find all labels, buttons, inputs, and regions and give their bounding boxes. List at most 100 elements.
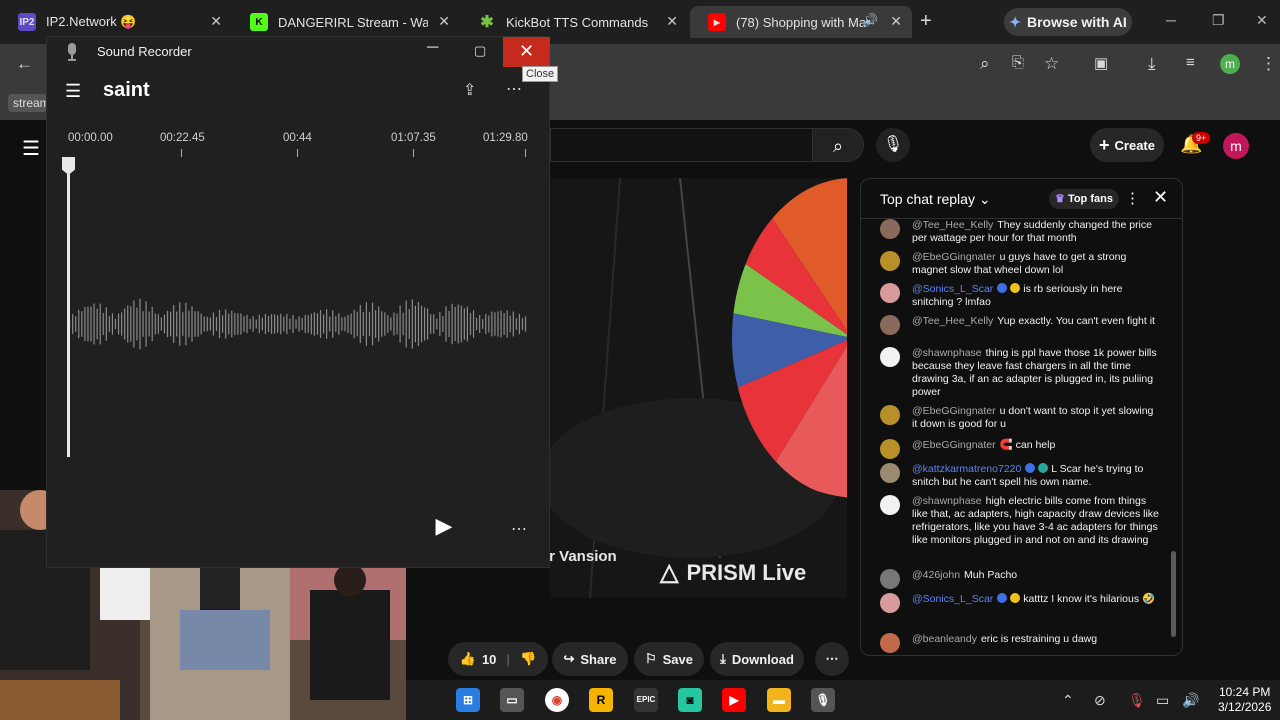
zoom-icon[interactable]: ⌕ [980, 54, 990, 74]
task-view-icon[interactable]: ▭ [500, 688, 524, 712]
tab-youtube-active[interactable]: ▶ (78) Shopping with Magi 🔊 ✕ [690, 6, 912, 38]
chat-author[interactable]: @beanleandy [912, 633, 977, 645]
top-fans-button[interactable]: ♛ Top fans [1049, 189, 1119, 209]
chat-author[interactable]: @kattzkarmatreno7220 [912, 463, 1021, 475]
waveform-bar [469, 313, 472, 335]
speaker-icon[interactable]: 🔊 [863, 13, 878, 27]
close-button[interactable]: ✕ [503, 37, 550, 67]
download-icon[interactable]: ⤓ [1148, 54, 1156, 74]
windows-start-icon[interactable]: ⊞ [456, 688, 480, 712]
waveform-bar [280, 313, 282, 335]
epic-games-icon[interactable]: EPIC [634, 688, 658, 712]
download-button[interactable]: ⤓ Download [710, 642, 804, 676]
more-actions-button[interactable]: ⋯ [815, 642, 849, 676]
chat-author[interactable]: @EbeGGingnater [912, 439, 996, 451]
chat-more-icon[interactable]: ⋮ [1125, 189, 1140, 207]
bookmark-star-icon[interactable]: ☆ [1044, 54, 1059, 74]
chat-close-icon[interactable]: ✕ [1153, 187, 1168, 208]
display-icon[interactable]: ▭ [1156, 692, 1169, 709]
like-button[interactable]: 👍 10 | 👎 [448, 642, 548, 676]
network-off-icon[interactable]: ⊘ [1094, 692, 1106, 709]
playhead-line[interactable] [67, 163, 70, 457]
minimize-icon[interactable]: ─ [1166, 12, 1176, 28]
tab-close-icon[interactable]: ✕ [438, 13, 450, 30]
create-button[interactable]: + Create [1090, 128, 1164, 162]
mic-icon[interactable]: 🎙 [1128, 692, 1146, 709]
chat-author[interactable]: @EbeGGingnater [912, 251, 996, 263]
yt-avatar[interactable]: m [1223, 133, 1249, 159]
youtube-app-icon[interactable]: ▶ [722, 688, 746, 712]
streamlabs-icon[interactable]: ◙ [678, 688, 702, 712]
audio-waveform[interactable] [69, 291, 529, 357]
chat-author[interactable]: @EbeGGingnater [912, 405, 996, 417]
tab-title: KickBot TTS Commands [506, 14, 649, 30]
tab-close-icon[interactable]: ✕ [210, 13, 222, 30]
chat-author[interactable]: @426john [912, 569, 960, 581]
more-options-icon[interactable]: ⋯ [506, 79, 522, 99]
system-clock[interactable]: 10:24 PM 3/12/2026 [1218, 685, 1271, 715]
yt-search-input[interactable] [550, 128, 812, 162]
recorder-titlebar[interactable]: Sound Recorder ─ ▢ ✕ [47, 37, 550, 67]
new-tab-button[interactable]: + [920, 10, 932, 33]
microphone-icon[interactable]: 🎙 [876, 128, 910, 162]
waveform-bar [430, 314, 432, 334]
browser-menu-icon[interactable]: ⋮ [1260, 54, 1277, 74]
playback-options-icon[interactable]: ⋯ [511, 519, 527, 539]
minimize-icon[interactable]: ─ [427, 39, 438, 57]
chat-author[interactable]: @Sonics_L_Scar [912, 283, 993, 295]
install-app-icon[interactable]: ⎘ [1012, 54, 1024, 71]
file-explorer-icon[interactable]: ▬ [767, 688, 791, 712]
chat-mode-dropdown[interactable]: Top chat replay ⌄ [880, 191, 991, 208]
chat-message: @Sonics_L_Scar katttz I know it's hilario… [880, 593, 1160, 613]
share-button[interactable]: ↪ Share [552, 642, 628, 676]
avatar [880, 347, 900, 367]
chat-author[interactable]: @shawnphase [912, 495, 982, 507]
chat-author[interactable]: @Tee_Hee_Kelly [912, 219, 993, 231]
waveform-bar [96, 308, 98, 340]
playhead-handle[interactable] [62, 157, 75, 175]
maximize-icon[interactable]: ▢ [474, 43, 486, 59]
save-button[interactable]: ⚐ Save [634, 642, 704, 676]
tab-dangerirl-stream[interactable]: K DANGERIRL Stream - Watch I ✕ [232, 6, 460, 38]
timeline-tick [297, 149, 298, 157]
sidebar-icon[interactable]: ▣ [1094, 54, 1108, 72]
waveform-bar [234, 312, 236, 336]
chat-author[interactable]: @Sonics_L_Scar [912, 593, 993, 605]
chat-scrollbar[interactable] [1171, 551, 1176, 637]
waveform-bar [298, 316, 300, 332]
tab-ip2-network[interactable]: IP2 IP2.Network 😝 ✕ [0, 6, 232, 38]
timeline-tick [181, 149, 182, 157]
play-button[interactable]: ▶ [425, 507, 463, 545]
waveform-bar [359, 304, 361, 344]
thumbs-down-icon[interactable]: 👎 [520, 651, 536, 667]
tab-close-icon[interactable]: ✕ [890, 13, 902, 30]
waveform-bar [157, 314, 159, 334]
back-arrow-icon[interactable]: ← [16, 54, 33, 74]
rockstar-icon[interactable]: R [589, 688, 613, 712]
chevron-up-icon[interactable]: ⌃ [1062, 692, 1074, 709]
recording-name[interactable]: saint [103, 79, 150, 102]
tab-close-icon[interactable]: ✕ [666, 13, 678, 30]
timeline-tick-label: 01:29.80 [483, 132, 528, 144]
search-icon[interactable]: ⌕ [812, 128, 864, 162]
profile-avatar[interactable]: m [1220, 54, 1240, 74]
bookmark-stream[interactable]: stream [8, 94, 48, 112]
yt-menu-icon[interactable]: ☰ [22, 136, 40, 161]
chat-author[interactable]: @shawnphase [912, 347, 982, 359]
recordings-menu-icon[interactable]: ☰ [65, 81, 81, 102]
media-control-icon[interactable]: ≡ [1186, 54, 1195, 71]
sound-recorder-window: Sound Recorder ─ ▢ ✕ ☰ saint ⇪ ⋯ 00:00.0… [46, 36, 550, 568]
maximize-icon[interactable]: ❐ [1212, 12, 1225, 29]
tab-kickbot-tts[interactable]: ✱ KickBot TTS Commands ✕ [460, 6, 688, 38]
close-icon[interactable]: ✕ [1256, 12, 1268, 29]
waveform-bar [160, 317, 162, 331]
share-icon[interactable]: ⇪ [463, 80, 476, 100]
waveform-bar [482, 319, 484, 329]
waveform-bar [500, 310, 502, 338]
volume-icon[interactable]: 🔊 [1182, 692, 1199, 709]
chrome-icon[interactable]: ◉ [545, 688, 569, 712]
waveform-bar [454, 307, 456, 341]
sound-recorder-taskbar-icon[interactable]: 🎙 [811, 688, 835, 712]
chat-author[interactable]: @Tee_Hee_Kelly [912, 315, 993, 327]
browse-with-ai-button[interactable]: ✦ Browse with AI [1004, 8, 1132, 36]
